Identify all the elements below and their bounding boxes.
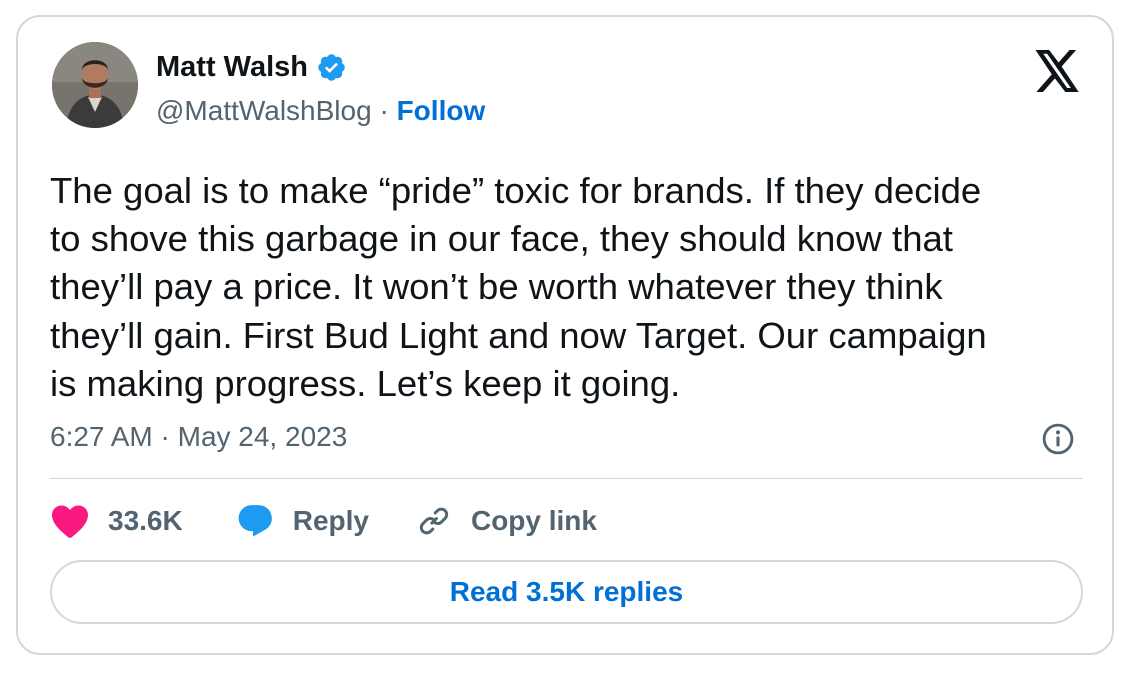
tweet-timestamp[interactable]: 6:27 AM · May 24, 2023	[50, 419, 347, 455]
x-logo-icon[interactable]	[1032, 50, 1082, 94]
follow-button[interactable]: Follow	[397, 95, 486, 126]
heart-icon	[50, 503, 90, 539]
handle-separator: ·	[371, 95, 397, 126]
author-name[interactable]: Matt Walsh	[156, 49, 308, 85]
tweet-card: Matt Walsh @MattWalshBlog · Follow The g…	[16, 15, 1114, 655]
reply-label: Reply	[292, 505, 369, 536]
avatar[interactable]	[52, 42, 138, 128]
author-handle-row: @MattWalshBlog · Follow	[156, 93, 485, 129]
author-name-row: Matt Walsh	[156, 49, 347, 85]
copy-link-label: Copy link	[470, 505, 597, 536]
verified-badge-icon	[318, 53, 345, 81]
read-replies-button[interactable]: Read 3.5K replies	[50, 560, 1083, 624]
divider	[50, 478, 1083, 479]
reply-button[interactable]: Reply	[235, 503, 369, 539]
info-icon[interactable]	[1041, 422, 1075, 456]
speech-bubble-icon	[235, 503, 275, 539]
link-icon	[415, 503, 453, 539]
like-count: 33.6K	[108, 505, 183, 536]
author-handle[interactable]: @MattWalshBlog	[156, 95, 372, 126]
copy-link-button[interactable]: Copy link	[415, 503, 597, 539]
action-bar: 33.6K Reply Copy link	[50, 501, 597, 541]
like-button[interactable]: 33.6K	[50, 503, 183, 539]
tweet-text: The goal is to make “pride” toxic for br…	[50, 170, 987, 404]
